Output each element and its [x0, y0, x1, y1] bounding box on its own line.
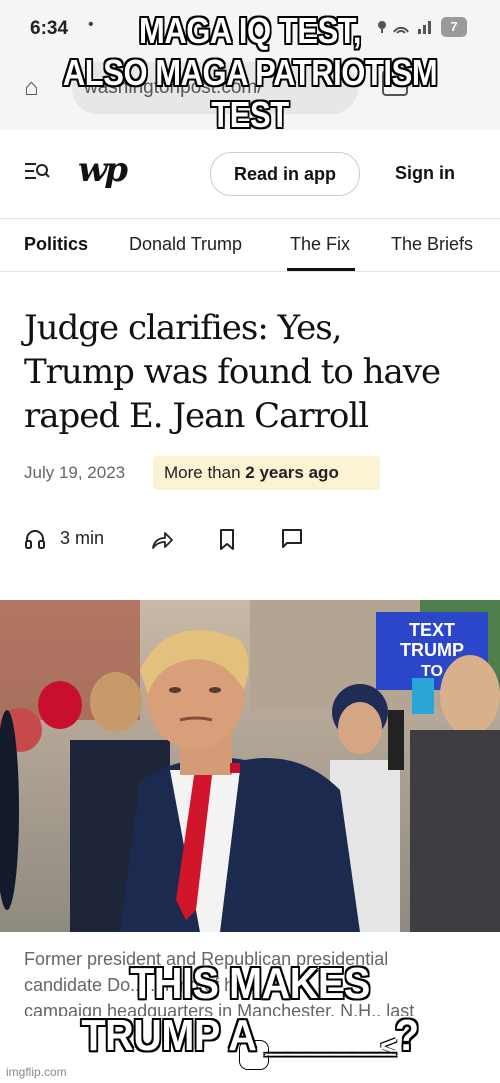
meme-bottom-caption: THIS MAKES TRUMP A ______? — [25, 958, 475, 1062]
age-badge-text: More than 2 years ago — [164, 463, 339, 483]
read-in-app-button[interactable]: Read in app — [210, 152, 360, 196]
meme-caption-line: TRUMP A ______? — [81, 1011, 419, 1060]
listen-duration[interactable]: 3 min — [60, 528, 104, 549]
share-icon[interactable] — [150, 528, 174, 552]
meme-caption-line: MAGA IQ TEST, — [138, 10, 362, 51]
photo-illustration: TEXT TRUMP TO — [0, 600, 500, 932]
age-prefix: More than — [164, 463, 246, 482]
nav-item-donald-trump[interactable]: Donald Trump — [129, 234, 242, 255]
article-photo: TEXT TRUMP TO — [0, 600, 500, 932]
comment-icon[interactable] — [281, 528, 303, 550]
meme-caption-line: THIS MAKES — [130, 959, 370, 1008]
meme-caption-line: ALSO MAGA PATRIOTISM TEST — [62, 52, 438, 135]
sign-text: TRUMP — [400, 640, 464, 660]
nav-item-the-fix[interactable]: The Fix — [290, 234, 350, 255]
headphones-icon[interactable] — [24, 528, 46, 550]
article-headline: Judge clarifies: Yes, Trump was found to… — [24, 306, 484, 438]
sign-in-link[interactable]: Sign in — [395, 163, 455, 184]
headline-line: Trump was found to have — [24, 352, 441, 392]
bookmark-icon[interactable] — [217, 528, 237, 552]
wp-logo[interactable]: wp — [78, 150, 128, 190]
age-value: 2 years ago — [245, 463, 339, 482]
active-nav-underline — [287, 268, 355, 271]
menu-search-icon[interactable] — [25, 160, 51, 188]
headline-line: Judge clarifies: Yes, — [24, 308, 342, 348]
publish-date: July 19, 2023 — [24, 463, 126, 482]
sign-text: TEXT — [409, 620, 455, 640]
suit-jacket — [120, 757, 360, 932]
nav-item-politics[interactable]: Politics — [24, 234, 88, 255]
imgflip-watermark: imgflip.com — [6, 1065, 67, 1079]
headline-line: raped E. Jean Carroll — [24, 396, 369, 436]
meme-top-caption: MAGA IQ TEST, ALSO MAGA PATRIOTISM TEST — [35, 10, 465, 136]
nav-item-the-briefs[interactable]: The Briefs — [391, 234, 473, 255]
sign-text: TO — [421, 663, 443, 680]
